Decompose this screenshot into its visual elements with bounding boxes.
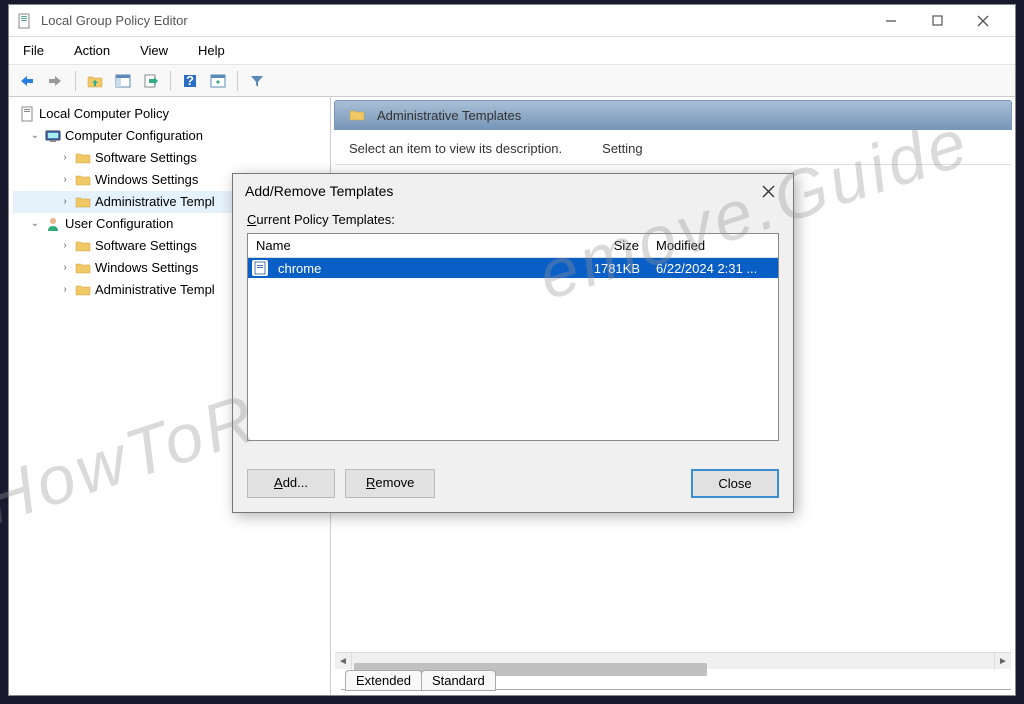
folder-icon (75, 282, 91, 298)
list-item-size: 1781KB (568, 261, 648, 276)
export-button[interactable] (138, 68, 164, 94)
template-listview[interactable]: Name Size Modified chrome 1781KB 6/22/20… (247, 233, 779, 441)
back-button[interactable] (15, 68, 41, 94)
tree-root[interactable]: Local Computer Policy (13, 103, 326, 125)
panel-header: Administrative Templates (334, 100, 1012, 130)
list-item-modified: 6/22/2024 2:31 ... (648, 261, 778, 276)
menu-file[interactable]: File (17, 40, 50, 61)
description-row: Select an item to view its description. … (335, 133, 1011, 165)
scrollbar-right-button[interactable]: ► (994, 653, 1011, 670)
menu-view[interactable]: View (134, 40, 174, 61)
tree-cc-software[interactable]: › Software Settings (13, 147, 326, 169)
column-size[interactable]: Size (568, 234, 648, 257)
add-button[interactable]: Add... (247, 469, 335, 498)
folder-icon (75, 172, 91, 188)
expand-icon[interactable]: › (59, 237, 71, 255)
close-button[interactable]: Close (691, 469, 779, 498)
folder-icon (75, 238, 91, 254)
toolbar-separator (170, 71, 171, 91)
folder-icon (75, 150, 91, 166)
menubar: File Action View Help (9, 37, 1015, 65)
tree-label: Local Computer Policy (39, 105, 169, 123)
panel-title: Administrative Templates (377, 108, 521, 123)
folder-icon (75, 260, 91, 276)
tree-label: Software Settings (95, 237, 197, 255)
tree-label: Windows Settings (95, 259, 198, 277)
tab-extended[interactable]: Extended (345, 670, 422, 691)
dialog-title: Add/Remove Templates (245, 183, 393, 199)
window-controls (877, 11, 1007, 31)
minimize-button[interactable] (877, 11, 905, 31)
tab-standard[interactable]: Standard (421, 670, 496, 691)
add-remove-dialog: Add/Remove Templates Current Policy Temp… (232, 173, 794, 513)
menu-help[interactable]: Help (192, 40, 231, 61)
tree-label: Software Settings (95, 149, 197, 167)
help-button[interactable]: ? (177, 68, 203, 94)
dialog-titlebar[interactable]: Add/Remove Templates (233, 174, 793, 208)
list-item-name: chrome (274, 261, 568, 276)
expand-icon[interactable]: › (59, 193, 71, 211)
dialog-body: Current Policy Templates: Name Size Modi… (233, 208, 793, 455)
collapse-icon[interactable]: ⌄ (29, 127, 41, 145)
listview-header: Name Size Modified (248, 234, 778, 258)
collapse-icon[interactable]: ⌄ (29, 215, 41, 233)
tab-line (495, 689, 1011, 690)
refresh-button[interactable] (205, 68, 231, 94)
tree-label: Administrative Templ (95, 281, 215, 299)
close-window-button[interactable] (969, 11, 997, 31)
scrollbar-left-button[interactable]: ◄ (335, 653, 352, 670)
remove-button[interactable]: Remove (345, 469, 435, 498)
tree-label: User Configuration (65, 215, 173, 233)
toolbar: ? (9, 65, 1015, 97)
expand-icon[interactable]: › (59, 149, 71, 167)
expand-icon[interactable]: › (59, 259, 71, 277)
tree-label: Computer Configuration (65, 127, 203, 145)
column-modified[interactable]: Modified (648, 234, 778, 257)
horizontal-scrollbar[interactable]: ◄ ► (335, 652, 1011, 669)
tree-computer-config[interactable]: ⌄ Computer Configuration (13, 125, 326, 147)
up-button[interactable] (82, 68, 108, 94)
maximize-button[interactable] (923, 11, 951, 31)
show-hide-tree-button[interactable] (110, 68, 136, 94)
toolbar-separator (237, 71, 238, 91)
tree-label: Administrative Templ (95, 193, 215, 211)
expand-icon[interactable]: › (59, 281, 71, 299)
folder-icon (349, 107, 365, 123)
policy-icon (19, 106, 35, 122)
svg-text:?: ? (186, 73, 194, 88)
titlebar: Local Group Policy Editor (9, 5, 1015, 37)
computer-icon (45, 128, 61, 144)
user-icon (45, 216, 61, 232)
description-text: Select an item to view its description. (349, 141, 562, 156)
toolbar-separator (75, 71, 76, 91)
folder-icon (75, 194, 91, 210)
dialog-buttons: Add... Remove Close (233, 455, 793, 512)
expand-icon[interactable]: › (59, 171, 71, 189)
forward-button[interactable] (43, 68, 69, 94)
menu-action[interactable]: Action (68, 40, 116, 61)
document-icon (252, 260, 268, 276)
window-title: Local Group Policy Editor (41, 13, 877, 28)
dialog-close-button[interactable] (755, 180, 781, 202)
column-name[interactable]: Name (248, 234, 568, 257)
filter-button[interactable] (244, 68, 270, 94)
list-item[interactable]: chrome 1781KB 6/22/2024 2:31 ... (248, 258, 778, 278)
column-setting: Setting (602, 141, 642, 156)
app-icon (17, 13, 33, 29)
dialog-label: Current Policy Templates: (247, 212, 779, 227)
tree-label: Windows Settings (95, 171, 198, 189)
